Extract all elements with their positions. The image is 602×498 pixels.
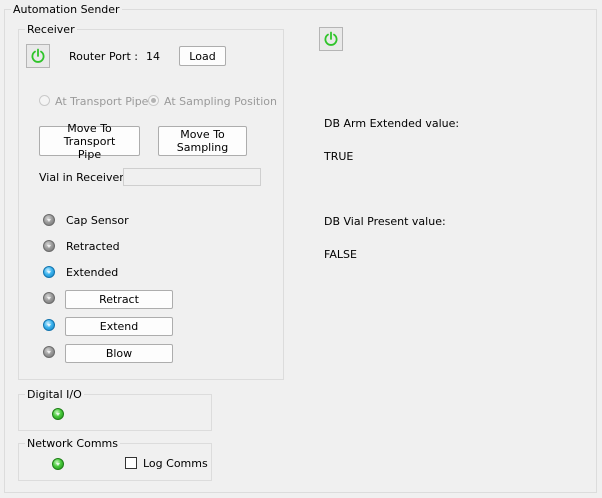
move-to-sampling-button[interactable]: Move To Sampling: [158, 126, 247, 156]
network-comms-title: Network Comms: [25, 437, 120, 450]
sampling-position-radio[interactable]: [148, 95, 159, 106]
vial-in-receiver-field: [123, 168, 261, 186]
blow-button[interactable]: Blow: [65, 344, 173, 363]
db-vial-present-value: FALSE: [324, 248, 357, 261]
retracted-indicator-icon: [43, 240, 55, 252]
digital-io-group: Digital I/O: [18, 388, 212, 431]
extended-label: Extended: [66, 266, 119, 279]
cap-sensor-label: Cap Sensor: [66, 214, 129, 227]
digital-io-indicator-icon: [52, 408, 64, 420]
power-icon: [31, 48, 45, 63]
retracted-label: Retracted: [66, 240, 120, 253]
retract-button[interactable]: Retract: [65, 290, 173, 309]
db-vial-present-label: DB Vial Present value:: [324, 215, 446, 228]
retract-indicator-icon: [43, 292, 55, 304]
move-to-transport-pipe-button[interactable]: Move To Transport Pipe: [39, 122, 140, 161]
sampling-position-radio-label: At Sampling Position: [164, 95, 277, 108]
cap-sensor-indicator-icon: [43, 214, 55, 226]
log-comms-checkbox[interactable]: [125, 457, 137, 469]
router-port-value: 14: [146, 50, 160, 63]
extended-indicator-icon: [43, 266, 55, 278]
power-icon: [324, 31, 338, 46]
log-comms-label[interactable]: Log Comms: [143, 457, 208, 470]
db-arm-extended-label: DB Arm Extended value:: [324, 117, 460, 130]
automation-sender-title: Automation Sender: [11, 3, 122, 16]
blow-indicator-icon: [43, 346, 55, 358]
receiver-title: Receiver: [25, 23, 77, 36]
vial-in-receiver-label: Vial in Receiver: [39, 171, 124, 184]
receiver-power-button[interactable]: [26, 44, 50, 68]
extend-button[interactable]: Extend: [65, 317, 173, 336]
router-port-label: Router Port :: [69, 50, 138, 63]
sender-power-button[interactable]: [319, 27, 343, 51]
load-button[interactable]: Load: [179, 46, 226, 66]
transport-pipe-radio[interactable]: [39, 95, 50, 106]
extend-indicator-icon: [43, 319, 55, 331]
db-arm-extended-value: TRUE: [324, 150, 354, 163]
transport-pipe-radio-label: At Transport Pipe: [55, 95, 149, 108]
network-comms-indicator-icon: [52, 458, 64, 470]
digital-io-title: Digital I/O: [25, 388, 84, 401]
